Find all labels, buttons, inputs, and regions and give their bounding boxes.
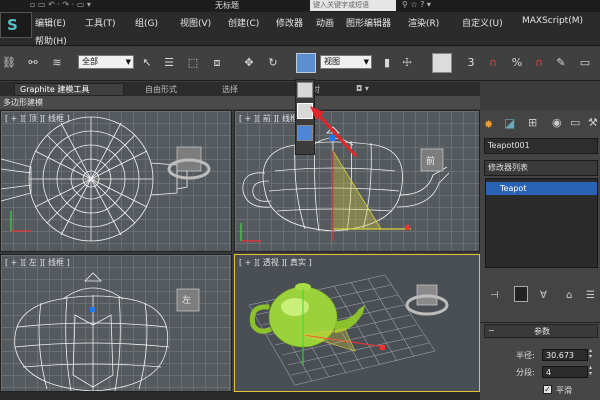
bind-space-warp-icon[interactable]: ≋ <box>48 54 66 72</box>
uniform-scale-option[interactable] <box>297 82 313 98</box>
angle-snap-icon[interactable]: ∩ <box>484 54 502 72</box>
rotate-icon[interactable]: ↻ <box>264 54 282 72</box>
segments-spinner[interactable]: ▴ ▾ <box>589 365 592 377</box>
select-by-name-icon[interactable]: ☰ <box>160 54 178 72</box>
scale-flyout-button[interactable] <box>296 53 316 73</box>
link-icon[interactable]: ⛓ <box>0 54 18 72</box>
create-panel-icon[interactable]: ✸ <box>484 118 493 131</box>
display-panel-icon[interactable]: ▭ <box>570 116 580 129</box>
modifier-list-select[interactable]: 修改器列表 <box>484 160 598 176</box>
viewport-top[interactable]: [ + ][ 顶 ][ 线框 ] <box>0 110 232 252</box>
app-logo[interactable]: S <box>0 12 32 38</box>
window-title: 无标题 <box>215 1 239 10</box>
pivot-icon[interactable]: ▮ <box>378 54 396 72</box>
percent-glyph: % <box>511 56 523 69</box>
reference-coordinate-select[interactable]: 视图 ▼ <box>320 55 372 69</box>
collapse-icon: − <box>488 326 495 335</box>
modify-panel-icon[interactable]: ◪ <box>504 116 515 130</box>
modifier-stack-item[interactable]: Teapot <box>486 182 597 195</box>
viewport-label[interactable]: [ + ][ 前 ][ 线框 ] <box>239 113 304 124</box>
spinner-snap-icon[interactable]: ∩ <box>530 54 548 72</box>
menu-modifiers[interactable]: 修改器 <box>276 16 303 29</box>
selection-filter-value: 全部 <box>82 57 98 66</box>
chevron-down-icon: ▼ <box>125 58 131 66</box>
segments-input[interactable]: 4 <box>542 366 588 378</box>
menu-graph-editors[interactable]: 图形编辑器 <box>346 16 391 29</box>
tab-graphite[interactable]: Graphite 建模工具 <box>20 84 89 95</box>
utilities-panel-icon[interactable]: ⚒ <box>588 116 598 129</box>
help-tools-icons[interactable]: ⚲ ☆ ? ▾ <box>402 0 431 9</box>
parameters-title: 参数 <box>534 327 550 336</box>
remove-modifier-icon[interactable]: ⌂ <box>566 290 572 301</box>
viewport-label[interactable]: [ + ][ 顶 ][ 线框 ] <box>5 113 70 124</box>
unlink-icon[interactable]: ⚯ <box>24 54 42 72</box>
radius-spinner[interactable]: ▴ ▾ <box>589 348 592 360</box>
selection-filter-select[interactable]: 全部 ▼ <box>78 55 134 69</box>
smooth-label: 平滑 <box>556 386 572 395</box>
hierarchy-panel-icon[interactable]: ⊞ <box>528 116 537 129</box>
time-slider-bar[interactable] <box>0 392 480 400</box>
named-selection-icon[interactable]: ▭ <box>576 54 594 72</box>
snap-toggle-icon[interactable]: 3 <box>462 54 480 72</box>
select-object-icon[interactable]: ↖ <box>138 54 156 72</box>
menu-create[interactable]: 创建(C) <box>228 16 259 29</box>
object-name-field[interactable]: Teapot001 <box>484 138 598 154</box>
annotation-arrow-icon <box>310 106 358 158</box>
menu-edit[interactable]: 编辑(E) <box>35 16 66 29</box>
configure-modifier-sets-icon[interactable]: ☰ <box>586 290 595 301</box>
radius-input[interactable]: 30.673 <box>542 349 588 361</box>
percent-snap-icon[interactable]: % <box>508 54 526 72</box>
tab-selection[interactable]: 选择 <box>222 84 238 95</box>
keyboard-shortcut-override-icon[interactable] <box>432 53 452 73</box>
select-manipulate-icon[interactable]: ☩ <box>398 54 416 72</box>
teapot-left-wireframe <box>14 272 200 391</box>
show-end-result-icon[interactable] <box>514 286 528 302</box>
ribbon-panel-label[interactable]: 多边形建模 <box>0 96 480 109</box>
quick-access-icons[interactable]: ▫ ▭ ↶ · ↷ · ▭ ▾ <box>30 0 91 9</box>
viewcube-face-label: 前 <box>426 157 436 167</box>
viewcube-face-label: 左 <box>182 296 192 306</box>
snap-number: 3 <box>467 56 475 69</box>
menu-view[interactable]: 视图(V) <box>180 16 211 29</box>
ribbon-options-icon[interactable]: ◘ ▾ <box>356 84 369 93</box>
rectangular-selection-icon[interactable]: ⬚ <box>184 54 202 72</box>
menu-customize[interactable]: 自定义(U) <box>462 16 503 29</box>
window-crossing-icon[interactable]: ⧈ <box>208 54 226 72</box>
segments-label: 分段: <box>516 368 535 377</box>
teapot-perspective-render <box>248 274 449 386</box>
menu-tools[interactable]: 工具(T) <box>85 16 116 29</box>
edit-named-selection-icon[interactable]: ✎ <box>552 54 570 72</box>
menu-help[interactable]: 帮助(H) <box>35 34 67 47</box>
viewport-label[interactable]: [ + ][ 透视 ][ 真实 ] <box>239 257 312 268</box>
teapot-top-wireframe <box>1 116 211 242</box>
viewport-label[interactable]: [ + ][ 左 ][ 线框 ] <box>5 257 70 268</box>
radius-label: 半径: <box>516 351 535 360</box>
menu-maxscript[interactable]: MAXScript(M) <box>522 16 583 26</box>
reference-coordinate-value: 视图 <box>324 57 340 66</box>
title-bar: ▫ ▭ ↶ · ↷ · ▭ ▾ 无标题 键入关键字或短语 ⚲ ☆ ? ▾ <box>0 0 600 12</box>
move-icon[interactable]: ✥ <box>240 54 258 72</box>
search-input[interactable]: 键入关键字或短语 <box>310 0 396 11</box>
pin-stack-icon[interactable]: ⊣ <box>490 290 499 301</box>
make-unique-icon[interactable]: ∀ <box>540 290 547 301</box>
menu-rendering[interactable]: 渲染(R) <box>408 16 439 29</box>
menu-group[interactable]: 组(G) <box>135 16 158 29</box>
menu-animation[interactable]: 动画 <box>316 16 334 29</box>
tab-freeform[interactable]: 自由形式 <box>145 84 177 95</box>
viewport-perspective[interactable]: [ + ][ 透视 ][ 真实 ] <box>234 254 480 392</box>
viewport-left[interactable]: [ + ][ 左 ][ 线框 ] 左 <box>0 254 232 392</box>
motion-panel-icon[interactable]: ◉ <box>552 116 562 129</box>
chevron-down-icon: ▼ <box>363 58 369 66</box>
smooth-checkbox[interactable]: ✓ <box>543 385 552 394</box>
app-logo-glyph: S <box>7 16 18 34</box>
